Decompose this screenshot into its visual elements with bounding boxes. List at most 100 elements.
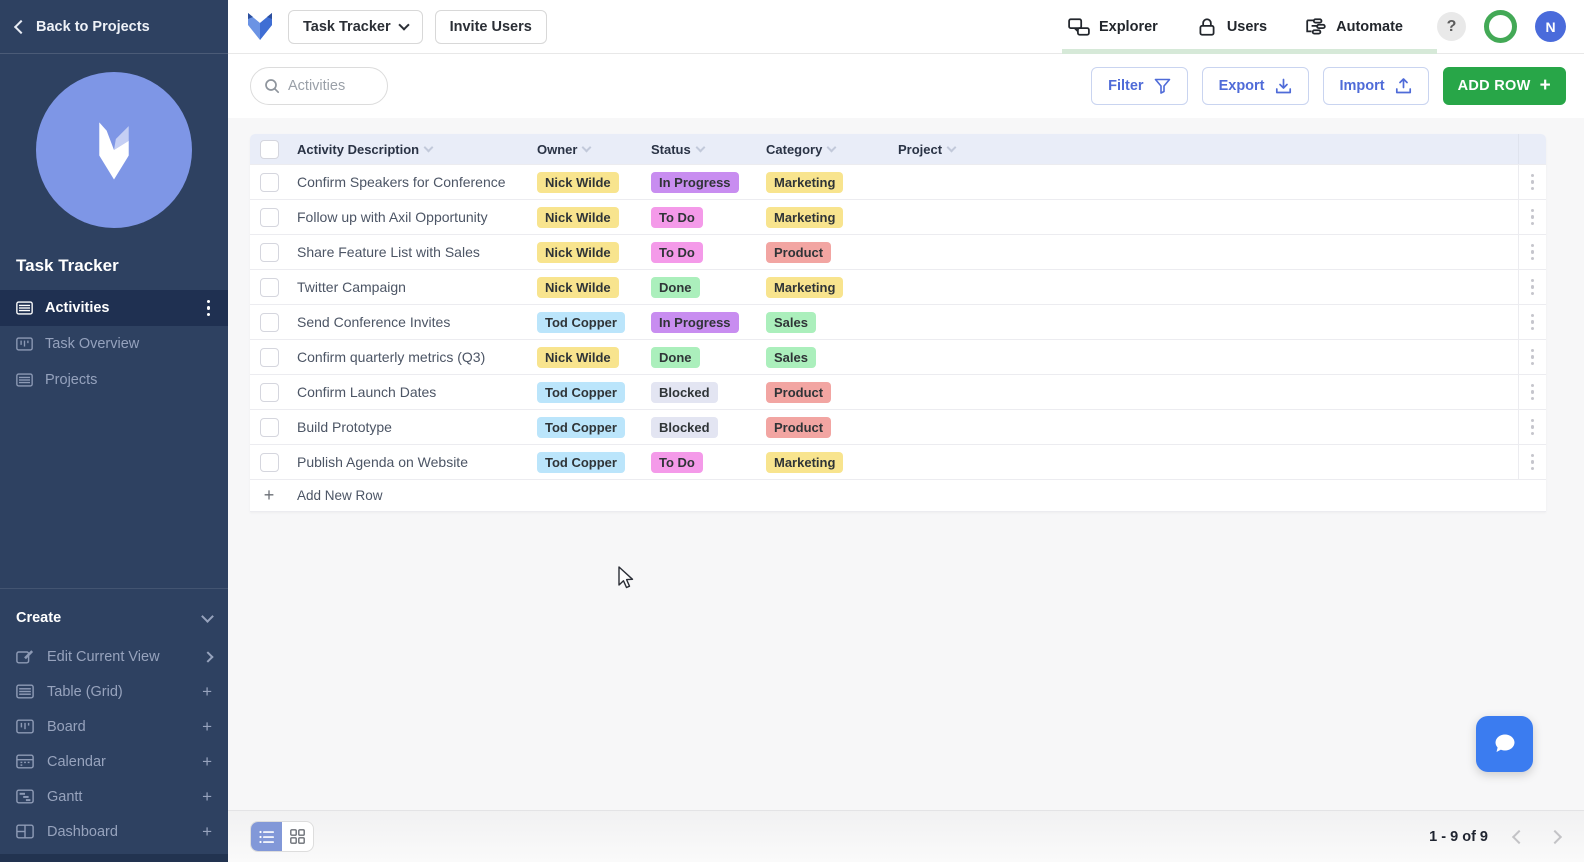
owner-cell: Nick Wilde	[537, 276, 651, 298]
chat-widget-button[interactable]	[1476, 716, 1533, 772]
select-all-checkbox[interactable]	[259, 139, 279, 159]
row-checkbox[interactable]	[259, 242, 279, 262]
category-cell: Product	[766, 241, 898, 263]
invite-users-button[interactable]: Invite Users	[434, 9, 547, 44]
create-item-gantt[interactable]: Gantt +	[0, 779, 228, 814]
row-checkbox[interactable]	[259, 312, 279, 332]
import-button[interactable]: Import	[1322, 67, 1429, 105]
status-badge: Blocked	[651, 381, 718, 403]
table-row[interactable]: Publish Agenda on Website Tod Copper To Do…	[250, 444, 1546, 479]
category-badge: Marketing	[766, 171, 844, 193]
row-menu-button[interactable]	[1518, 235, 1546, 269]
row-menu-button[interactable]	[1518, 375, 1546, 409]
table-row[interactable]: Confirm Launch Dates Tod Copper Blocked Pro…	[250, 374, 1546, 409]
create-section-header[interactable]: Create	[0, 597, 228, 639]
sidebar-item-label: Task Overview	[45, 336, 140, 352]
owner-badge: Tod Copper	[537, 416, 625, 438]
table-row[interactable]: Twitter Campaign Nick Wilde Done Marketing	[250, 269, 1546, 304]
search-input[interactable]	[288, 78, 373, 94]
topnav-automate[interactable]: Automate	[1305, 17, 1403, 36]
row-checkbox[interactable]	[259, 417, 279, 437]
category-badge: Marketing	[766, 276, 844, 298]
create-section: Create Edit Current View Table (Grid) + Boa…	[0, 588, 228, 849]
kebab-menu-icon	[1530, 313, 1535, 331]
list-view-toggle[interactable]	[251, 822, 282, 851]
category-badge: Product	[766, 241, 832, 263]
plus-icon[interactable]: +	[202, 823, 212, 840]
fox-logo-icon	[99, 122, 129, 180]
row-checkbox-cell	[250, 452, 288, 472]
table-row[interactable]: Share Feature List with Sales Nick Wilde T…	[250, 234, 1546, 269]
create-item-dashboard[interactable]: Dashboard +	[0, 814, 228, 849]
table-row[interactable]: Confirm quarterly metrics (Q3) Nick Wilde…	[250, 339, 1546, 374]
grid-view-toggle[interactable]	[282, 822, 313, 851]
workspace-logo	[36, 72, 192, 228]
plus-icon[interactable]: +	[202, 683, 212, 700]
row-menu-button[interactable]	[1518, 445, 1546, 479]
sidebar-item-task-overview[interactable]: Task Overview	[0, 326, 228, 362]
activity-description-cell: Confirm Launch Dates	[297, 384, 437, 400]
add-row-button[interactable]: ADD ROW +	[1442, 67, 1566, 105]
column-header-owner[interactable]: Owner	[537, 142, 651, 157]
row-menu-button[interactable]	[1518, 340, 1546, 374]
sidebar-bottom-strip	[0, 854, 228, 862]
workspace-dropdown-button[interactable]: Task Tracker	[288, 9, 423, 44]
plus-icon[interactable]: +	[202, 788, 212, 805]
help-button[interactable]: ?	[1437, 12, 1466, 41]
kebab-menu-icon[interactable]	[205, 298, 213, 319]
table-row[interactable]: Build Prototype Tod Copper Blocked Product	[250, 409, 1546, 444]
table-row[interactable]: Confirm Speakers for Conference Nick Wild…	[250, 164, 1546, 199]
row-checkbox[interactable]	[259, 207, 279, 227]
filter-icon	[1154, 78, 1170, 94]
next-page-button[interactable]	[1547, 829, 1563, 844]
table-row[interactable]: Follow up with Axil Opportunity Nick Wild…	[250, 199, 1546, 234]
topnav-explorer[interactable]: Explorer	[1068, 17, 1158, 36]
row-menu-button[interactable]	[1518, 305, 1546, 339]
row-checkbox[interactable]	[259, 277, 279, 297]
owner-cell: Nick Wilde	[537, 206, 651, 228]
status-badge: To Do	[651, 451, 703, 473]
plus-icon[interactable]: +	[202, 753, 212, 770]
app-logo-icon[interactable]	[244, 10, 276, 44]
sort-chevron-icon	[695, 142, 706, 153]
previous-page-button[interactable]	[1511, 829, 1527, 844]
table-row[interactable]: Send Conference Invites Tod Copper In Prog…	[250, 304, 1546, 339]
column-header-label: Category	[766, 141, 823, 157]
export-button[interactable]: Export	[1201, 67, 1309, 105]
status-cell: In Progress	[651, 171, 766, 193]
search-box[interactable]	[250, 67, 388, 105]
column-header-project[interactable]: Project	[898, 142, 1518, 157]
activity-description-cell: Share Feature List with Sales	[297, 244, 480, 260]
category-badge: Marketing	[766, 206, 844, 228]
column-header-category[interactable]: Category	[766, 142, 898, 157]
avatar[interactable]: N	[1535, 11, 1566, 42]
row-checkbox[interactable]	[259, 172, 279, 192]
create-item-board[interactable]: Board +	[0, 709, 228, 744]
create-item-table-grid-[interactable]: Table (Grid) +	[0, 674, 228, 709]
table-icon	[16, 684, 34, 699]
row-checkbox[interactable]	[259, 452, 279, 472]
create-item-calendar[interactable]: Calendar +	[0, 744, 228, 779]
row-menu-button[interactable]	[1518, 165, 1546, 199]
filter-button[interactable]: Filter	[1091, 67, 1188, 105]
plus-icon[interactable]: +	[202, 718, 212, 735]
row-menu-button[interactable]	[1518, 410, 1546, 444]
activity-description-cell: Confirm Speakers for Conference	[297, 174, 506, 190]
row-menu-button[interactable]	[1518, 200, 1546, 234]
add-new-row-button[interactable]: + Add New Row	[250, 479, 1546, 512]
row-checkbox-cell	[250, 312, 288, 332]
row-checkbox[interactable]	[259, 382, 279, 402]
sidebar-item-activities[interactable]: Activities	[0, 290, 228, 326]
category-badge: Product	[766, 416, 832, 438]
sidebar-item-projects[interactable]: Projects	[0, 362, 228, 398]
topnav-users[interactable]: Users	[1196, 17, 1267, 36]
row-menu-button[interactable]	[1518, 270, 1546, 304]
create-item-edit-current-view[interactable]: Edit Current View	[0, 639, 228, 674]
back-to-projects-link[interactable]: Back to Projects	[0, 0, 228, 54]
owner-cell: Tod Copper	[537, 381, 651, 403]
column-header-activity-description[interactable]: Activity Description	[288, 142, 537, 157]
status-ring-indicator[interactable]	[1484, 10, 1517, 43]
column-header-label: Activity Description	[297, 141, 420, 157]
row-checkbox[interactable]	[259, 347, 279, 367]
column-header-status[interactable]: Status	[651, 142, 766, 157]
